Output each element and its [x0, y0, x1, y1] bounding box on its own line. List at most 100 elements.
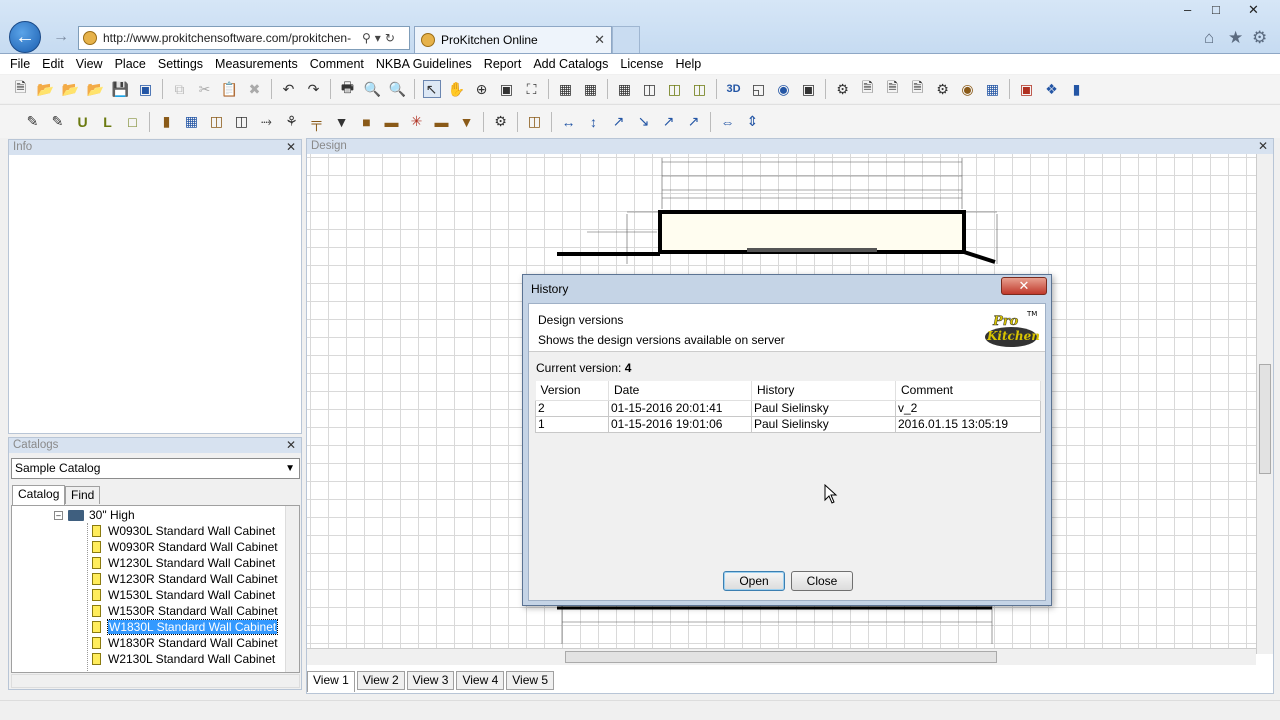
- pan-hand-icon[interactable]: ✋: [448, 80, 466, 98]
- scroll-thumb[interactable]: [1259, 364, 1271, 474]
- list-item[interactable]: W1530L Standard Wall Cabinet: [92, 587, 275, 603]
- dropdown-icon[interactable]: ▾: [375, 31, 381, 45]
- elevation-icon[interactable]: ◫: [641, 80, 659, 98]
- menu-report[interactable]: Report: [478, 57, 528, 71]
- print-preview-icon[interactable]: 🔍: [364, 80, 382, 98]
- camera-icon[interactable]: ▣: [800, 80, 818, 98]
- order-report-icon[interactable]: 🗎: [909, 79, 927, 98]
- dimension-angled-icon[interactable]: ↗: [610, 113, 628, 131]
- tab-view-5[interactable]: View 5: [506, 671, 555, 690]
- menu-settings[interactable]: Settings: [152, 57, 209, 71]
- menu-nkba-guidelines[interactable]: NKBA Guidelines: [370, 57, 478, 71]
- list-item[interactable]: W1830R Standard Wall Cabinet: [92, 635, 278, 651]
- box-icon[interactable]: ■: [358, 113, 376, 131]
- chevron-down-icon[interactable]: ▼: [285, 459, 295, 478]
- materials-icon[interactable]: ◉: [959, 80, 977, 98]
- price-report-icon[interactable]: 🗎: [884, 79, 902, 98]
- col-history[interactable]: History: [751, 381, 896, 401]
- menu-edit[interactable]: Edit: [36, 57, 70, 71]
- elevation-all-icon[interactable]: ◫: [666, 80, 684, 98]
- col-date[interactable]: Date: [608, 381, 752, 401]
- window-icon[interactable]: ▦: [183, 113, 201, 131]
- gear-icon[interactable]: ⚙: [1252, 28, 1267, 48]
- tab-view-1[interactable]: View 1: [307, 671, 355, 692]
- dialog-close-button[interactable]: ✕: [1001, 277, 1047, 295]
- list-item-selected[interactable]: W1830L Standard Wall Cabinet: [92, 619, 279, 635]
- tab-find[interactable]: Find: [65, 486, 101, 504]
- tutorial-icon[interactable]: ❖: [1043, 80, 1061, 98]
- design-horizontal-scrollbar[interactable]: [307, 648, 1256, 665]
- zoom-extents-icon[interactable]: ⛶: [523, 80, 541, 98]
- backsplash-icon[interactable]: ▼: [458, 113, 476, 131]
- address-bar[interactable]: http://www.prokitchensoftware.com/prokit…: [78, 26, 410, 50]
- tile-icon[interactable]: ✳: [408, 113, 426, 131]
- list-item[interactable]: W0930R Standard Wall Cabinet: [92, 539, 278, 555]
- menu-measurements[interactable]: Measurements: [209, 57, 304, 71]
- tab-view-3[interactable]: View 3: [406, 671, 455, 690]
- help-book-icon[interactable]: ▣: [1018, 80, 1036, 98]
- texture-icon[interactable]: ▦: [984, 80, 1002, 98]
- browser-tab[interactable]: ProKitchen Online ✕: [414, 26, 612, 53]
- comment-icon[interactable]: ⚙: [492, 113, 510, 131]
- menu-view[interactable]: View: [70, 57, 109, 71]
- report-icon[interactable]: 🗎: [859, 79, 877, 98]
- menu-help[interactable]: Help: [669, 57, 707, 71]
- list-item[interactable]: W1230L Standard Wall Cabinet: [92, 555, 275, 571]
- url-text[interactable]: http://www.prokitchensoftware.com/prokit…: [103, 31, 358, 45]
- new-tab-button[interactable]: [612, 26, 640, 53]
- opening-icon[interactable]: ◫: [208, 113, 226, 131]
- print-icon[interactable]: 🖶: [339, 79, 357, 98]
- catalog-horizontal-scrollbar[interactable]: [11, 674, 300, 688]
- u-shape-room-icon[interactable]: U: [74, 113, 92, 131]
- new-file-icon[interactable]: 🗎: [12, 79, 30, 98]
- home-icon[interactable]: ⌂: [1204, 28, 1214, 48]
- l-shape-room-icon[interactable]: L: [99, 113, 117, 131]
- back-button[interactable]: ←: [9, 21, 41, 53]
- forward-button[interactable]: →: [51, 27, 71, 47]
- catalog-select[interactable]: Sample Catalog ▼: [11, 458, 300, 479]
- table-row[interactable]: 2 01-15-2016 20:01:41 Paul Sielinsky v_2: [535, 399, 1041, 417]
- menu-comment[interactable]: Comment: [304, 57, 370, 71]
- zoom-in-icon[interactable]: ⊕: [473, 80, 491, 98]
- redo-icon[interactable]: ↷: [305, 80, 323, 98]
- table-icon[interactable]: ╤: [308, 113, 326, 131]
- close-window-icon[interactable]: ✕: [1248, 2, 1259, 18]
- list-item[interactable]: W0930L Standard Wall Cabinet: [92, 523, 275, 539]
- 3d-view-icon[interactable]: 3D: [725, 80, 743, 98]
- star-icon[interactable]: ★: [1228, 28, 1243, 48]
- move-vertical-icon[interactable]: ⇕: [744, 113, 762, 131]
- tab-view-4[interactable]: View 4: [456, 671, 505, 690]
- countertop-icon[interactable]: ▬: [433, 113, 451, 131]
- cabinet-icon[interactable]: ◫: [526, 113, 544, 131]
- render-icon[interactable]: ◉: [775, 80, 793, 98]
- close-icon[interactable]: ✕: [286, 438, 296, 453]
- export-icon[interactable]: ⚙: [934, 80, 952, 98]
- paste-icon[interactable]: 📋: [221, 80, 239, 98]
- col-version[interactable]: Version: [535, 381, 609, 401]
- scroll-thumb[interactable]: [565, 651, 997, 663]
- list-item[interactable]: W2130L Standard Wall Cabinet: [92, 651, 275, 667]
- perspective-icon[interactable]: ◱: [750, 80, 768, 98]
- list-item[interactable]: W1230R Standard Wall Cabinet: [92, 571, 278, 587]
- cut-icon[interactable]: ✂: [196, 80, 214, 98]
- draw-line-icon[interactable]: ✎: [49, 113, 67, 131]
- save-online-icon[interactable]: ▣: [137, 80, 155, 98]
- close-icon[interactable]: ✕: [1258, 139, 1268, 154]
- open-folder-icon[interactable]: 📂: [37, 80, 55, 98]
- save-icon[interactable]: 💾: [112, 80, 130, 98]
- catalog-vertical-scrollbar[interactable]: [285, 506, 299, 672]
- molding-icon[interactable]: ▬: [383, 113, 401, 131]
- zoom-window-icon[interactable]: ▣: [498, 80, 516, 98]
- table-row[interactable]: 1 01-15-2016 19:01:06 Paul Sielinsky 201…: [535, 415, 1041, 433]
- dimension-corner-icon[interactable]: ↘: [635, 113, 653, 131]
- menu-license[interactable]: License: [614, 57, 669, 71]
- settings-icon[interactable]: ⚙: [834, 80, 852, 98]
- video-icon[interactable]: ▮: [1068, 80, 1086, 98]
- open-online-icon[interactable]: 📂: [62, 80, 80, 98]
- copy-disabled-icon[interactable]: ⧉: [171, 80, 189, 98]
- square-room-icon[interactable]: □: [124, 113, 142, 131]
- close-icon[interactable]: ✕: [286, 140, 296, 155]
- dimension-auto-icon[interactable]: ↗: [685, 113, 703, 131]
- search-icon[interactable]: ⚲: [362, 31, 371, 45]
- list-item[interactable]: W1530R Standard Wall Cabinet: [92, 603, 278, 619]
